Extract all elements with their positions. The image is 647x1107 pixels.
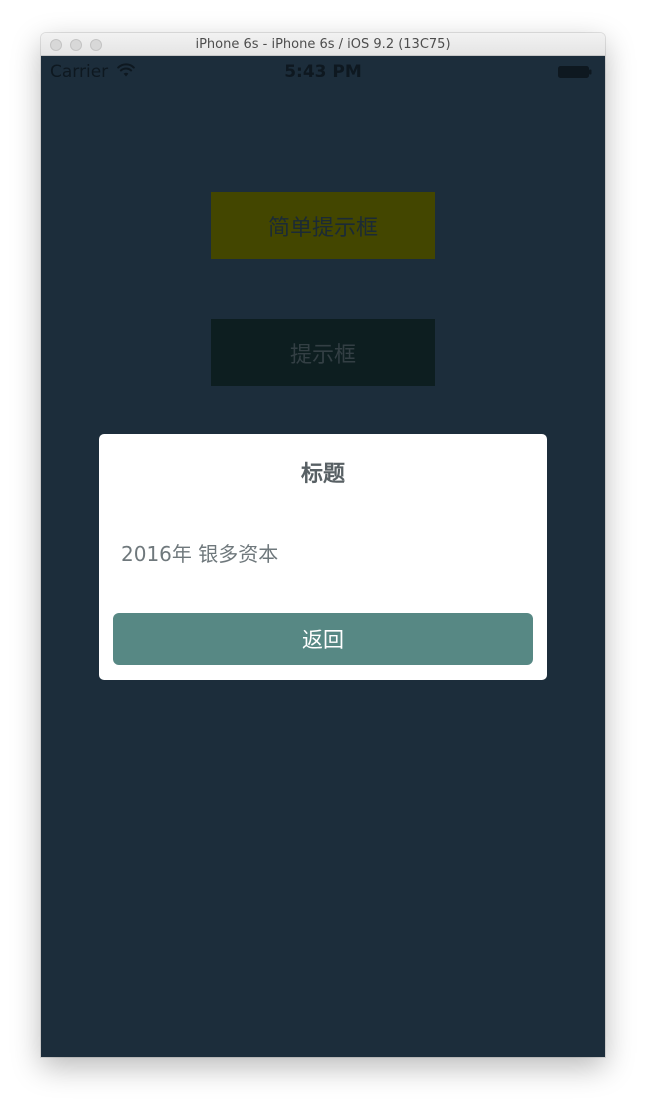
alert-dialog: 标题 2016年 银多资本 返回 xyxy=(99,434,547,680)
dialog-title: 标题 xyxy=(300,462,345,487)
simple-alert-button[interactable]: 简单提示框 xyxy=(211,192,435,259)
device-screen: Carrier 5:43 PM 简单提示框 提示框 标题 2016年 银多资本 … xyxy=(41,56,605,1057)
status-bar: Carrier 5:43 PM xyxy=(41,56,605,88)
battery-icon xyxy=(558,66,592,78)
status-time: 5:43 PM xyxy=(284,62,362,82)
window-title: iPhone 6s - iPhone 6s / iOS 9.2 (13C75) xyxy=(195,37,451,52)
back-button[interactable]: 返回 xyxy=(113,613,533,665)
dialog-message: 2016年 银多资本 xyxy=(121,542,279,566)
window-titlebar: iPhone 6s - iPhone 6s / iOS 9.2 (13C75) xyxy=(41,33,605,56)
simulator-window: iPhone 6s - iPhone 6s / iOS 9.2 (13C75) … xyxy=(41,33,605,1057)
alert-button[interactable]: 提示框 xyxy=(211,319,435,386)
